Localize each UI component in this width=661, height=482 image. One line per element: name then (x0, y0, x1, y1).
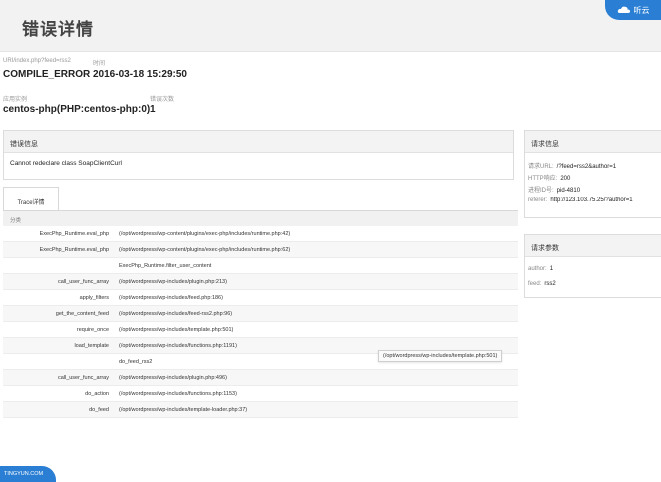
referer-row: referer: http://123.103.75.25/?author=1 (528, 197, 661, 203)
trace-function: do_action (85, 391, 109, 397)
trace-path: (/opt/wordpress/wp-includes/feed-rss2.ph… (119, 311, 233, 317)
trace-path: do_feed_rss2 (119, 359, 153, 365)
logo-badge[interactable]: 听云 (605, 0, 661, 20)
path-tooltip: (/opt/wordpress/wp-includes/template.php… (378, 350, 503, 362)
request-params-title: 请求参数 (525, 235, 661, 257)
count-label: 错误次数 (150, 97, 175, 103)
app-value: centos-php(PHP:centos-php:0) (3, 104, 151, 115)
error-info-title: 错误信息 (4, 131, 513, 153)
param-author-row: author: 1 (528, 266, 553, 272)
trace-row[interactable]: do_action (/opt/wordpress/wp-includes/fun… (3, 386, 518, 402)
url-label: URI/index.php?feed=rss2 (3, 58, 71, 64)
trace-row[interactable]: call_user_func_array (/opt/wordpress/wp-i… (3, 370, 518, 386)
request-url-value: /?feed=rss2&author=1 (556, 164, 617, 170)
trace-row[interactable]: ExecPhp_Runtime.filter_user_content (3, 258, 518, 274)
cloud-icon (617, 6, 631, 14)
error-info-panel: 错误信息 Cannot redeclare class SoapClientCu… (3, 130, 514, 180)
trace-function: ExecPhp_Runtime.eval_php (39, 231, 109, 237)
trace-row[interactable]: get_the_content_feed (/opt/wordpress/wp-i… (3, 306, 518, 322)
param-feed-key: feed: (528, 281, 542, 287)
trace-row[interactable]: call_user_func_array (/opt/wordpress/wp-i… (3, 274, 518, 290)
trace-path: (/opt/wordpress/wp-includes/template-loa… (119, 407, 248, 413)
tab-trace-details[interactable]: Trace详情 (3, 187, 59, 211)
trace-path: (/opt/wordpress/wp-content/plugins/exec-… (119, 231, 291, 237)
trace-row[interactable]: apply_filters (/opt/wordpress/wp-includes… (3, 290, 518, 306)
trace-path: (/opt/wordpress/wp-includes/functions.ph… (119, 343, 237, 349)
error-message: Cannot redeclare class SoapClientCurl (10, 160, 123, 167)
request-url-row: 请求URL:/?feed=rss2&author=1 (528, 161, 616, 170)
trace-function: do_feed (89, 407, 109, 413)
request-info-title: 请求信息 (525, 131, 661, 153)
trace-function: ExecPhp_Runtime.eval_php (39, 247, 109, 253)
trace-function: call_user_func_array (57, 279, 109, 285)
trace-function: apply_filters (79, 295, 109, 301)
param-feed-row: feed: rss2 (528, 281, 556, 287)
param-feed-value: rss2 (544, 281, 556, 287)
trace-path: ExecPhp_Runtime.filter_user_content (119, 263, 212, 269)
trace-function: load_template (74, 343, 109, 349)
trace-row[interactable]: require_once (/opt/wordpress/wp-includes/… (3, 322, 518, 338)
pid-row: 进程ID号: pid-4810 (528, 185, 580, 194)
app-label: 应用实例 (3, 97, 28, 103)
param-author-key: author: (528, 266, 547, 272)
trace-row[interactable]: ExecPhp_Runtime.eval_php (/opt/wordpress/… (3, 242, 518, 258)
trace-path: (/opt/wordpress/wp-includes/plugin.php:2… (119, 279, 227, 285)
trace-path: (/opt/wordpress/wp-includes/template.php… (119, 327, 234, 333)
time-label: 时间 (93, 61, 106, 67)
trace-path: (/opt/wordpress/wp-content/plugins/exec-… (119, 247, 291, 253)
http-status-key: HTTP响应: (528, 176, 558, 182)
logo-text: 听云 (633, 5, 650, 15)
param-author-value: 1 (549, 266, 554, 272)
request-url-key: 请求URL: (528, 164, 554, 170)
trace-table: 分类 ExecPhp_Runtime.eval_php (/opt/wordpre… (3, 210, 518, 426)
http-status-row: HTTP响应: 200 (528, 173, 570, 182)
footer-brand[interactable]: TINGYUN.COM (0, 466, 56, 482)
pid-key: 进程ID号: (528, 188, 554, 194)
error-type: COMPILE_ERROR (3, 69, 91, 80)
count-value: 1 (150, 104, 156, 115)
page-title: 错误详情 (22, 20, 94, 39)
trace-path: (/opt/wordpress/wp-includes/functions.ph… (119, 391, 237, 397)
trace-path: (/opt/wordpress/wp-includes/feed.php:186… (119, 295, 223, 301)
trace-function: call_user_func_array (57, 375, 109, 381)
referer-key: referer: (528, 197, 548, 203)
trace-header: 分类 (3, 211, 518, 226)
page-header: 错误详情 听云 (0, 0, 661, 52)
trace-row[interactable]: ExecPhp_Runtime.eval_php (/opt/wordpress/… (3, 226, 518, 242)
time-value: 2016-03-18 15:29:50 (93, 69, 187, 80)
referer-value: http://123.103.75.25/?author=1 (550, 197, 633, 203)
pid-value: pid-4810 (556, 188, 581, 194)
trace-function: get_the_content_feed (55, 311, 109, 317)
http-status-value: 200 (560, 176, 571, 182)
trace-row[interactable]: do_feed (/opt/wordpress/wp-includes/templ… (3, 402, 518, 418)
trace-function: require_once (76, 327, 109, 333)
trace-path: (/opt/wordpress/wp-includes/plugin.php:4… (119, 375, 227, 381)
